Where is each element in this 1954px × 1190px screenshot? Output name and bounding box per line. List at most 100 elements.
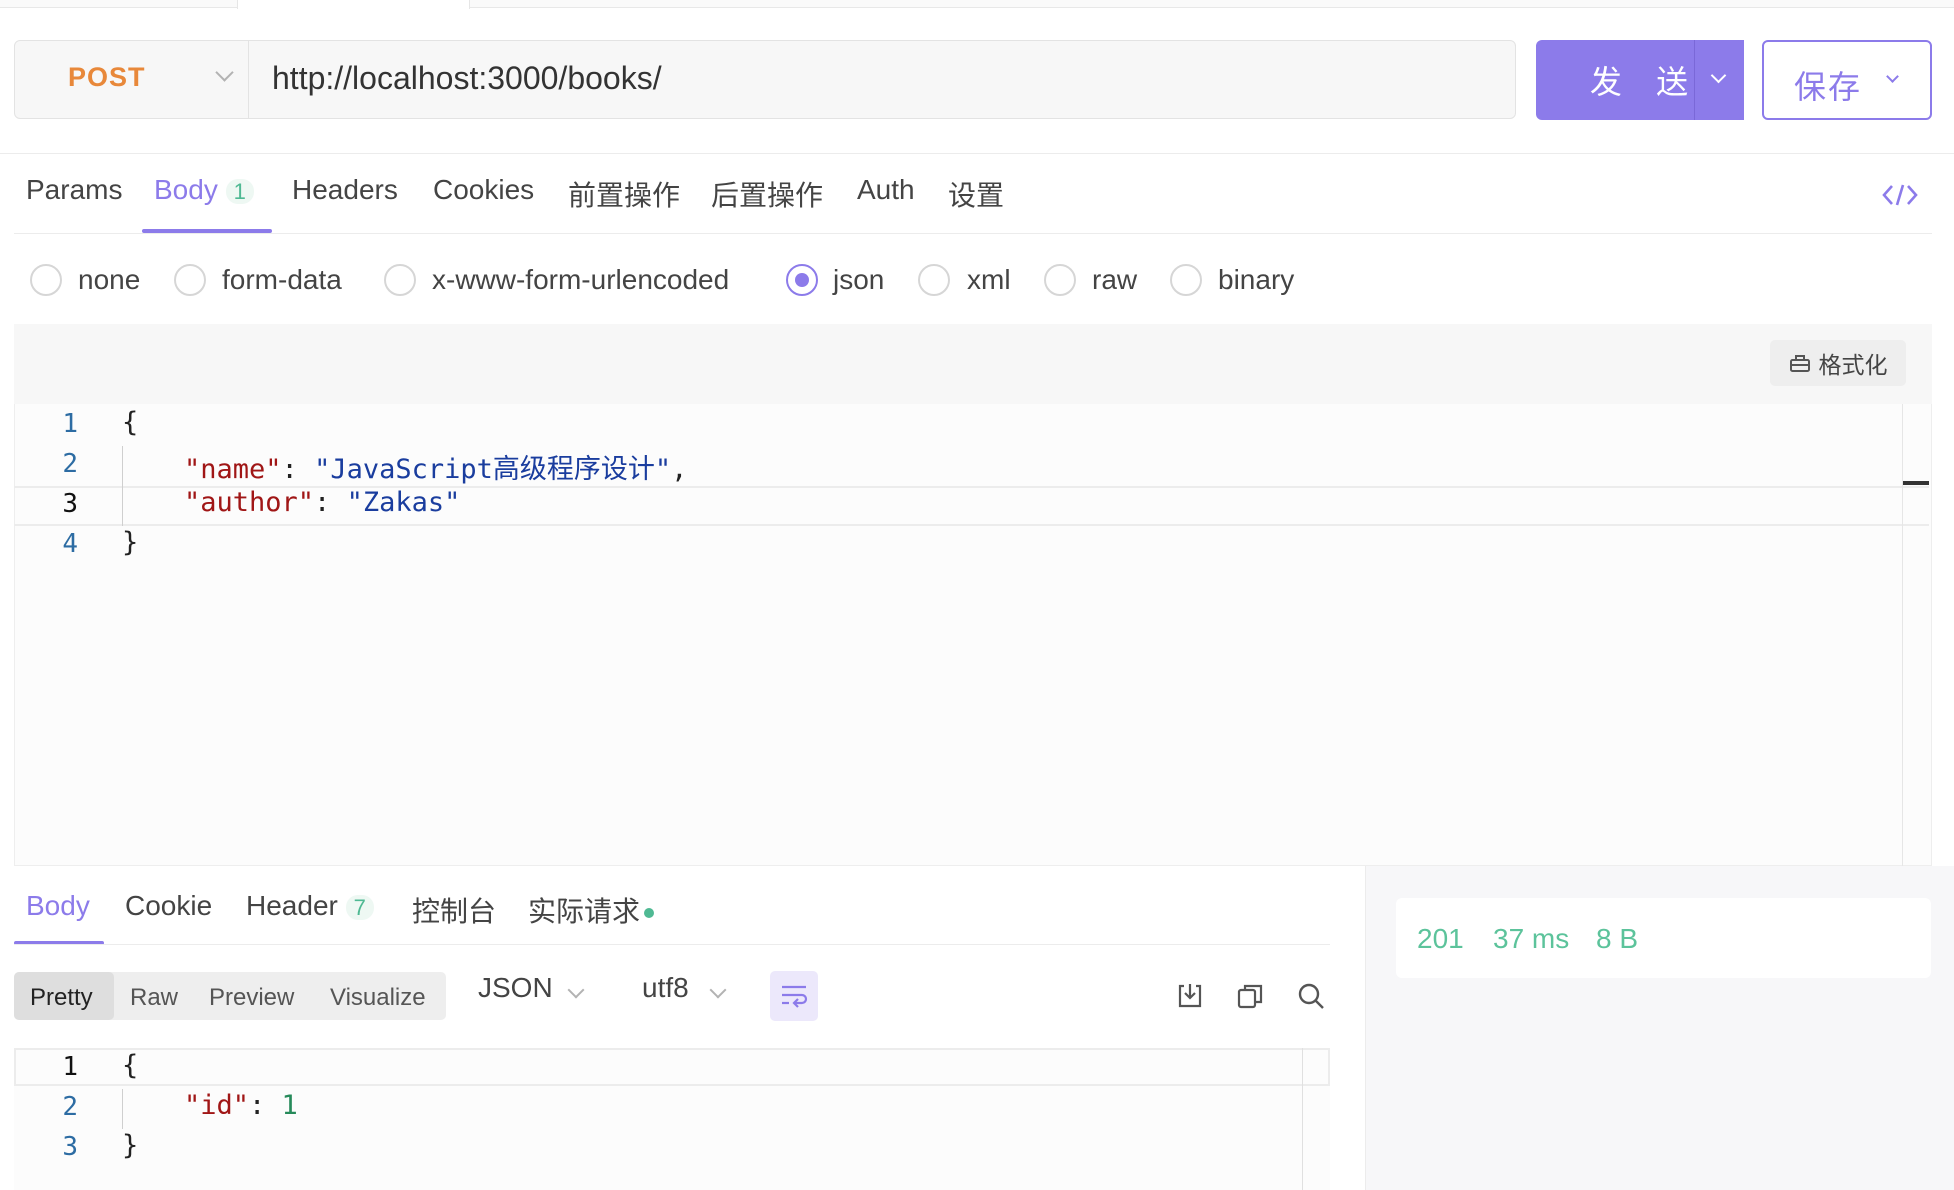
copy-icon[interactable] [1235, 981, 1265, 1011]
radio-xml-label[interactable]: xml [967, 264, 1011, 296]
format-label: 格式化 [1818, 353, 1888, 379]
tab-params[interactable]: Params [26, 174, 122, 206]
request-body-editor[interactable] [14, 324, 1932, 866]
radio-raw-label[interactable]: raw [1092, 264, 1137, 296]
view-mode-preview[interactable]: Preview [209, 984, 294, 1012]
radio-json-label[interactable]: json [833, 264, 884, 296]
code-brace: } [122, 1130, 139, 1161]
code-brace: { [122, 1050, 139, 1081]
line-number: 3 [62, 1132, 78, 1162]
search-icon[interactable] [1296, 981, 1326, 1011]
view-mode-visualize[interactable]: Visualize [330, 984, 426, 1012]
radio-raw[interactable] [1044, 264, 1076, 296]
wrap-icon [782, 985, 808, 1008]
download-icon[interactable] [1175, 981, 1205, 1011]
line-number: 1 [62, 409, 78, 439]
line-number: 2 [62, 1092, 78, 1122]
radio-none[interactable] [30, 264, 62, 296]
divider [0, 153, 1954, 154]
radio-form-data-label[interactable]: form-data [222, 264, 342, 296]
code-line: { [122, 1050, 138, 1081]
broom-icon [1789, 355, 1810, 372]
format-select[interactable]: JSON [478, 972, 592, 1020]
resp-tab-cookie[interactable]: Cookie [125, 890, 212, 922]
chevron-down-icon [1710, 67, 1727, 84]
radio-x-www-form-urlencoded[interactable] [384, 264, 416, 296]
json-colon: : [314, 487, 347, 518]
json-key: "name" [184, 454, 282, 485]
radio-none-label[interactable]: none [78, 264, 140, 296]
radio-form-data[interactable] [174, 264, 206, 296]
response-time: 37 ms [1493, 923, 1570, 954]
chevron-down-icon [567, 981, 585, 999]
save-label: 保存 [1794, 68, 1863, 106]
tab-cookies[interactable]: Cookies [433, 174, 534, 206]
active-line-highlight [14, 1048, 1330, 1086]
send-options-button[interactable] [1694, 40, 1744, 120]
method-label: POST [68, 62, 146, 92]
resp-tab-header-label: Header [246, 890, 338, 921]
chevron-down-icon [709, 981, 727, 999]
code-line: "author": "Zakas" [184, 487, 460, 518]
json-key: "author" [184, 487, 315, 518]
code-line: "name": "JavaScript高级程序设计", [184, 447, 687, 486]
json-colon: : [249, 1090, 282, 1121]
view-mode-raw[interactable]: Raw [130, 984, 178, 1012]
status-code: 201 [1417, 923, 1464, 954]
json-number: 1 [281, 1090, 298, 1121]
active-request-tab[interactable] [237, 0, 470, 9]
response-size: 8 B [1596, 923, 1639, 954]
view-mode-pretty[interactable]: Pretty [30, 984, 93, 1012]
code-brace: { [122, 407, 139, 438]
response-scrollbar[interactable] [1302, 1048, 1303, 1190]
response-status-card [1396, 898, 1931, 978]
send-label: 发 送 [1589, 63, 1701, 101]
json-key: "id" [184, 1090, 250, 1121]
tab-body[interactable]: Body 1 [154, 174, 254, 206]
encoding-select[interactable]: utf8 [642, 972, 742, 1020]
json-string: "JavaScript高级程序设计" [314, 454, 672, 485]
code-line: } [122, 527, 138, 558]
method-select[interactable]: POST [14, 40, 249, 119]
resp-tab-actual-request[interactable]: 实际请求 [528, 890, 655, 930]
resp-tab-body[interactable]: Body [26, 890, 90, 922]
encoding-select-label: utf8 [642, 972, 689, 1003]
chevron-down-icon [1886, 70, 1899, 83]
indent-guide [122, 446, 123, 526]
url-input[interactable]: http://localhost:3000/books/ [272, 60, 662, 97]
editor-scrollbar[interactable] [1902, 404, 1903, 866]
format-button[interactable]: 格式化 [1770, 340, 1906, 386]
tab-settings[interactable]: 设置 [948, 174, 1004, 214]
code-icon[interactable] [1882, 182, 1918, 208]
code-line: } [122, 1130, 138, 1161]
radio-json[interactable] [786, 264, 818, 296]
indent-guide [122, 1089, 123, 1129]
resp-tab-console[interactable]: 控制台 [412, 890, 496, 930]
radio-xml[interactable] [918, 264, 950, 296]
tab-pre-operations[interactable]: 前置操作 [568, 174, 680, 214]
wrap-lines-button[interactable] [770, 971, 818, 1021]
resp-tab-header[interactable]: Header 7 [246, 890, 374, 922]
divider [14, 944, 1330, 945]
tab-body-badge: 1 [225, 179, 254, 204]
line-number: 1 [62, 1052, 78, 1082]
json-string: "Zakas" [346, 487, 461, 518]
divider [14, 233, 1932, 234]
resp-tab-actual-request-label: 实际请求 [528, 895, 641, 928]
radio-binary[interactable] [1170, 264, 1202, 296]
code-line: { [122, 407, 138, 438]
line-number: 2 [62, 449, 78, 479]
tab-headers[interactable]: Headers [292, 174, 398, 206]
minimap-marker [1903, 481, 1929, 485]
radio-x-www-form-urlencoded-label[interactable]: x-www-form-urlencoded [432, 264, 729, 296]
tab-post-operations[interactable]: 后置操作 [711, 174, 823, 214]
json-colon: : [281, 454, 315, 485]
radio-binary-label[interactable]: binary [1218, 264, 1294, 296]
tab-auth[interactable]: Auth [857, 174, 915, 206]
save-button[interactable]: 保存 [1762, 40, 1932, 120]
line-number: 3 [62, 489, 78, 519]
resp-tab-header-badge: 7 [345, 895, 374, 920]
format-select-label: JSON [478, 972, 553, 1003]
tab-body-label: Body [154, 174, 218, 205]
status-dot [644, 908, 655, 918]
